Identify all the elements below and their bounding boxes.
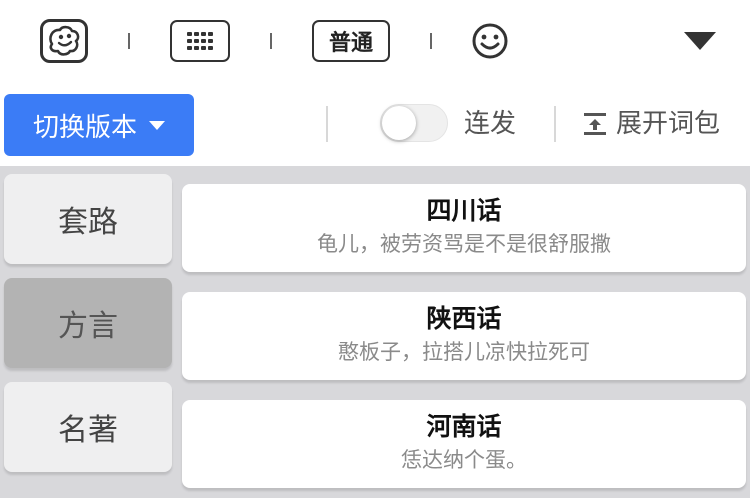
toolbar-divider (430, 33, 432, 49)
phrase-card[interactable]: 陕西话 憨板子，拉搭儿凉快拉死可 (182, 292, 746, 380)
expand-icon (584, 113, 606, 135)
action-divider (326, 106, 328, 142)
category-label: 方言 (58, 309, 118, 344)
category-label: 名著 (58, 413, 118, 448)
switch-version-label: 切换版本 (32, 112, 137, 143)
phrase-title: 四川话 (426, 196, 502, 225)
switch-version-button[interactable]: 切换版本 (4, 94, 194, 156)
phrase-card[interactable]: 河南话 恁达纳个蛋。 (182, 400, 746, 488)
toolbar-divider (270, 33, 272, 49)
phrase-card[interactable]: 四川话 龟儿，被劳资骂是不是很舒服撒 (182, 184, 746, 272)
burst-label: 连发 (464, 109, 517, 139)
mode-button[interactable]: 普通 (312, 20, 390, 62)
phrase-title: 陕西话 (426, 304, 502, 333)
category-label: 套路 (58, 205, 118, 240)
expand-pack-button[interactable]: 展开词包 (582, 106, 720, 142)
top-toolbar: 普通 (0, 0, 750, 84)
burst-toggle[interactable] (380, 104, 448, 142)
mascot-logo-icon[interactable] (40, 19, 88, 63)
toggle-knob (382, 106, 416, 140)
phrase-text: 憨板子，拉搭儿凉快拉死可 (338, 340, 590, 364)
content-area: 套路 方言 名著 四川话 龟儿，被劳资骂是不是很舒服撒 陕西话 憨板子，拉搭儿凉… (0, 166, 750, 498)
phrase-text: 龟儿，被劳资骂是不是很舒服撒 (317, 232, 611, 256)
action-row: 切换版本 连发 展开词包 (0, 84, 750, 166)
triangle-down-icon[interactable] (680, 26, 720, 56)
mode-label: 普通 (328, 31, 373, 56)
toolbar-divider (128, 33, 130, 49)
phrase-text: 恁达纳个蛋。 (401, 448, 527, 472)
category-tab[interactable]: 名著 (4, 382, 172, 472)
smiley-icon[interactable] (470, 21, 510, 61)
category-tab-active[interactable]: 方言 (4, 278, 172, 368)
action-divider (554, 106, 556, 142)
caret-down-icon (149, 120, 165, 130)
keyboard-grid-icon[interactable] (170, 20, 230, 62)
expand-pack-label: 展开词包 (616, 109, 721, 139)
phrase-title: 河南话 (426, 412, 502, 441)
category-tab[interactable]: 套路 (4, 174, 172, 264)
